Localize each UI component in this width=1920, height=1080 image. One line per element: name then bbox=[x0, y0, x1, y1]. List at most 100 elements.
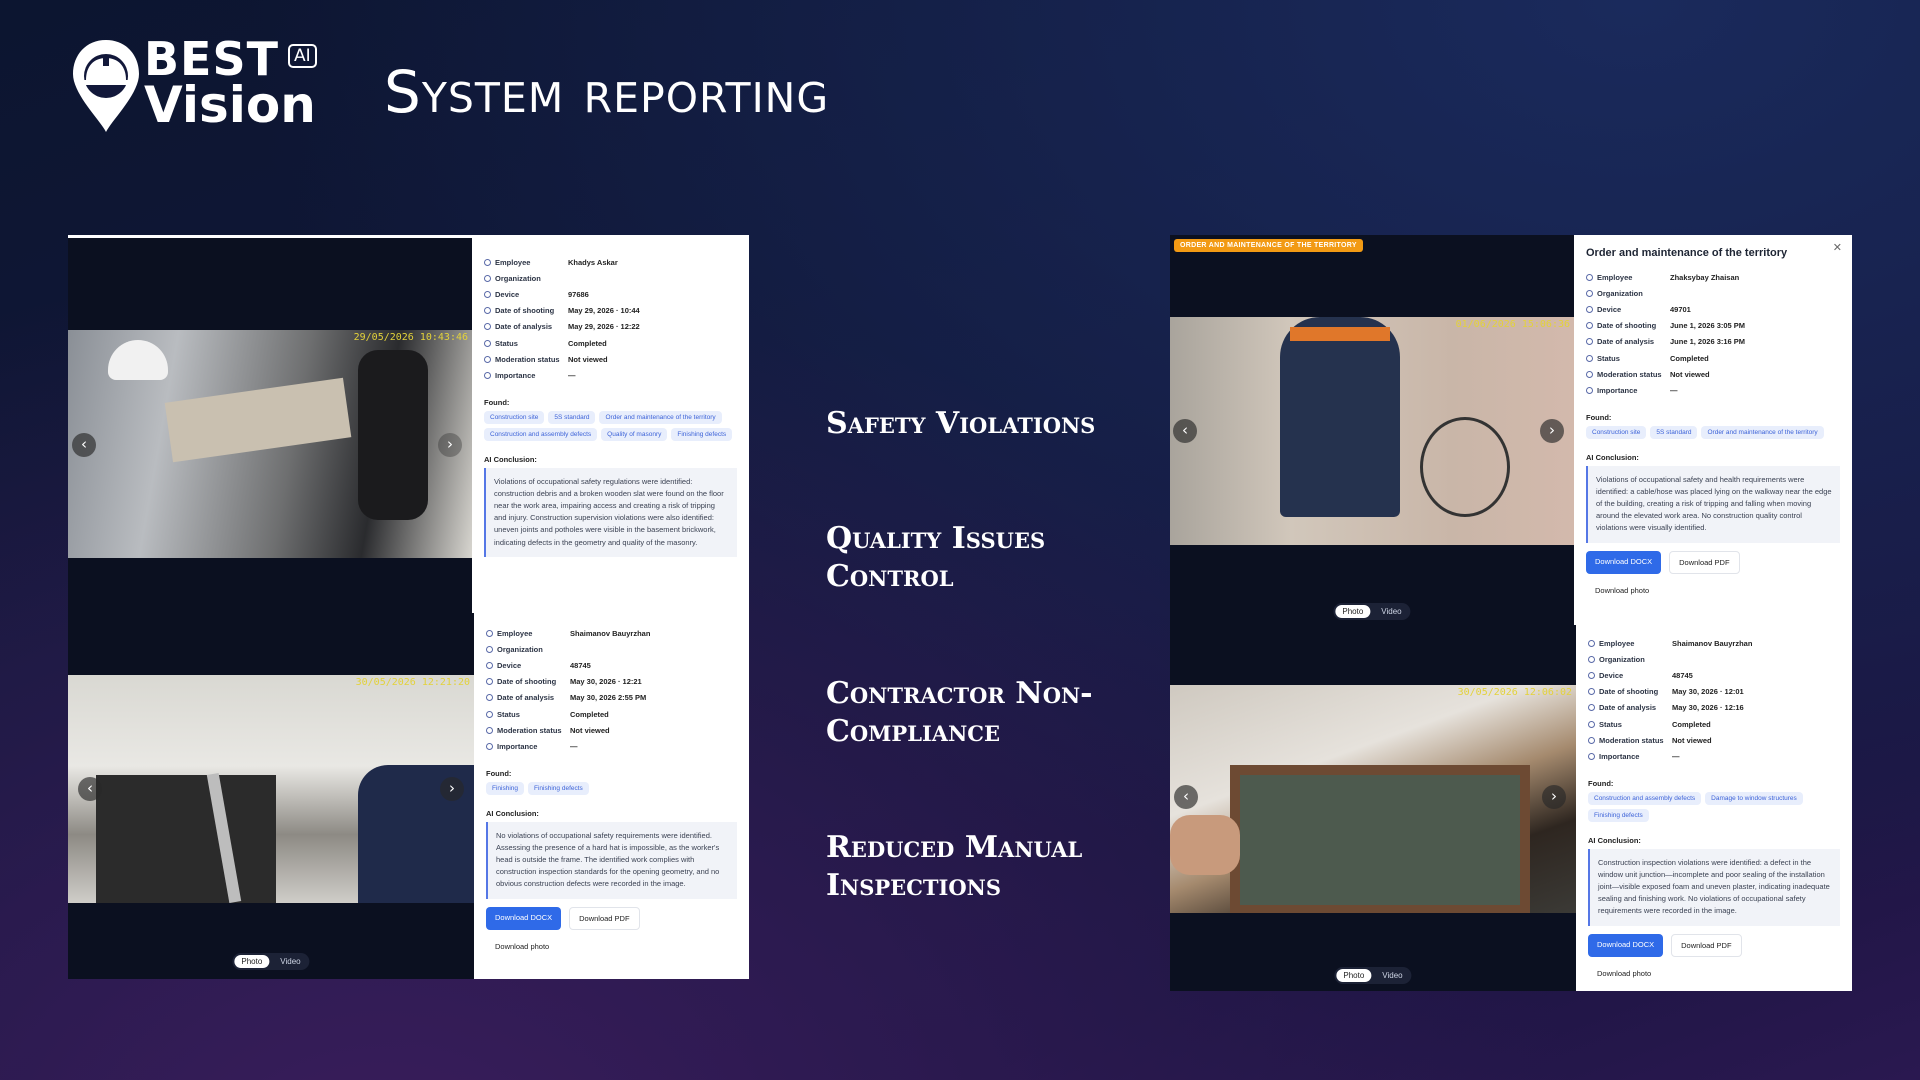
device-icon bbox=[486, 661, 493, 669]
feature-item: Contractor Non-Compliance bbox=[826, 676, 1093, 749]
close-icon[interactable]: ✕ bbox=[1833, 241, 1842, 254]
warning-icon bbox=[1586, 386, 1593, 394]
value-date-shooting: May 30, 2026 · 12:01 bbox=[1672, 687, 1744, 697]
value-importance: — bbox=[1672, 751, 1680, 761]
next-photo-button[interactable]: › bbox=[1540, 419, 1564, 443]
calendar-icon bbox=[1586, 322, 1593, 330]
device-icon bbox=[484, 290, 491, 298]
prev-photo-button[interactable]: ‹ bbox=[78, 777, 102, 801]
building-icon bbox=[484, 274, 491, 282]
brand-ai-badge: AI bbox=[288, 44, 317, 68]
report-details: ✕ Order and maintenance of the territory… bbox=[1574, 235, 1852, 625]
found-tag[interactable]: Construction and assembly defects bbox=[1588, 791, 1702, 805]
video-tab[interactable]: Video bbox=[1374, 605, 1408, 618]
label-date-shooting: Date of shooting bbox=[495, 306, 555, 316]
status-icon bbox=[484, 339, 491, 347]
download-pdf-button[interactable]: Download PDF bbox=[1669, 550, 1740, 574]
download-docx-button[interactable]: Download DOCX bbox=[1588, 933, 1664, 957]
found-tag[interactable]: Order and maintenance of the territory bbox=[1701, 425, 1824, 439]
report-media: 29/05/2026 10:43:46 ‹ › bbox=[68, 238, 472, 613]
label-device: Device bbox=[495, 289, 520, 299]
report-photo[interactable]: 29/05/2026 10:43:46 bbox=[68, 330, 472, 558]
found-tag[interactable]: Quality of masonry bbox=[601, 427, 668, 441]
media-toggle: Photo Video bbox=[1333, 603, 1411, 620]
found-tag[interactable]: Construction site bbox=[1586, 425, 1647, 439]
prev-photo-button[interactable]: ‹ bbox=[72, 433, 96, 457]
found-tag[interactable]: Construction and assembly defects bbox=[484, 427, 598, 441]
analysis-icon bbox=[1588, 704, 1595, 712]
report-details: Employee Khadys Askar Organization Device… bbox=[472, 238, 749, 613]
found-tag[interactable]: Finishing defects bbox=[528, 781, 589, 795]
next-photo-button[interactable]: › bbox=[1542, 785, 1566, 809]
report-media: 30/05/2026 12:21:20 ‹ › Photo Video bbox=[68, 613, 474, 979]
analysis-icon bbox=[484, 323, 491, 331]
photo-tab[interactable]: Photo bbox=[1336, 969, 1372, 982]
prev-photo-button[interactable]: ‹ bbox=[1173, 419, 1197, 443]
device-icon bbox=[1586, 305, 1593, 313]
analysis-icon bbox=[486, 694, 493, 702]
report-photo[interactable]: 30/05/2026 12:21:20 bbox=[68, 675, 474, 903]
value-status: Completed bbox=[568, 338, 607, 348]
value-status: Completed bbox=[1672, 719, 1711, 729]
label-device: Device bbox=[497, 660, 522, 670]
value-moderation: Not viewed bbox=[568, 354, 608, 364]
download-photo-button[interactable]: Download photo bbox=[486, 935, 559, 957]
label-organization: Organization bbox=[1597, 288, 1643, 298]
calendar-icon bbox=[486, 678, 493, 686]
calendar-icon bbox=[1588, 688, 1595, 696]
building-icon bbox=[1586, 289, 1593, 297]
report-photo[interactable]: 30/05/2026 12:06:02 bbox=[1170, 685, 1576, 913]
value-status: Completed bbox=[570, 709, 609, 719]
found-tag[interactable]: Finishing defects bbox=[1588, 808, 1649, 822]
report-photo[interactable]: 01/06/2026 15:06:36 bbox=[1170, 317, 1574, 545]
found-tag[interactable]: Construction site bbox=[484, 410, 545, 424]
found-tag[interactable]: Damage to window structures bbox=[1705, 791, 1803, 805]
user-icon bbox=[484, 258, 491, 266]
label-importance: Importance bbox=[1599, 751, 1640, 761]
video-tab[interactable]: Video bbox=[273, 955, 307, 968]
label-importance: Importance bbox=[1597, 385, 1638, 395]
download-docx-button[interactable]: Download DOCX bbox=[1586, 550, 1662, 574]
report-card: 30/05/2026 12:21:20 ‹ › Photo Video Empl… bbox=[68, 613, 749, 979]
report-media: ORDER AND MAINTENANCE OF THE TERRITORY 0… bbox=[1170, 235, 1574, 625]
download-pdf-button[interactable]: Download PDF bbox=[569, 906, 640, 930]
value-device: 49701 bbox=[1670, 304, 1691, 314]
photo-tab[interactable]: Photo bbox=[234, 955, 270, 968]
found-tag[interactable]: 5S standard bbox=[1650, 425, 1698, 439]
building-icon bbox=[1588, 655, 1595, 663]
found-tag[interactable]: 5S standard bbox=[548, 410, 596, 424]
download-photo-button[interactable]: Download photo bbox=[1588, 962, 1661, 984]
found-tag[interactable]: Finishing defects bbox=[671, 427, 733, 441]
value-date-analysis: June 1, 2026 3:16 PM bbox=[1670, 337, 1746, 347]
found-tags: Finishing Finishing defects bbox=[486, 781, 737, 795]
user-icon bbox=[486, 629, 493, 637]
report-card: ORDER AND MAINTENANCE OF THE TERRITORY 0… bbox=[1170, 235, 1852, 625]
download-pdf-button[interactable]: Download PDF bbox=[1671, 933, 1742, 957]
conclusion-heading: AI Conclusion: bbox=[1586, 452, 1639, 462]
label-date-analysis: Date of analysis bbox=[497, 693, 555, 703]
brand-logo: BEST Vision AI bbox=[70, 36, 320, 136]
category-banner: ORDER AND MAINTENANCE OF THE TERRITORY bbox=[1174, 239, 1363, 252]
next-photo-button[interactable]: › bbox=[440, 777, 464, 801]
video-tab[interactable]: Video bbox=[1375, 969, 1409, 982]
label-date-analysis: Date of analysis bbox=[1597, 337, 1655, 347]
ai-conclusion: Violations of occupational safety regula… bbox=[484, 467, 737, 557]
found-tag[interactable]: Finishing bbox=[486, 781, 525, 795]
conclusion-heading: AI Conclusion: bbox=[484, 454, 537, 464]
next-photo-button[interactable]: › bbox=[438, 433, 462, 457]
ai-conclusion: Construction inspection violations were … bbox=[1588, 848, 1840, 926]
prev-photo-button[interactable]: ‹ bbox=[1174, 785, 1198, 809]
warning-icon bbox=[484, 371, 491, 379]
label-date-analysis: Date of analysis bbox=[495, 322, 553, 332]
download-photo-button[interactable]: Download photo bbox=[1586, 579, 1659, 601]
label-organization: Organization bbox=[1599, 654, 1645, 664]
feature-item: Quality Issues Control bbox=[826, 521, 1046, 594]
label-organization: Organization bbox=[495, 273, 541, 283]
found-tag[interactable]: Order and maintenance of the territory bbox=[599, 410, 722, 424]
ai-conclusion: Violations of occupational safety and he… bbox=[1586, 465, 1840, 543]
value-date-shooting: May 30, 2026 · 12:21 bbox=[570, 677, 642, 687]
download-docx-button[interactable]: Download DOCX bbox=[486, 906, 562, 930]
photo-tab[interactable]: Photo bbox=[1335, 605, 1371, 618]
label-date-shooting: Date of shooting bbox=[1599, 687, 1659, 697]
moderation-icon bbox=[1588, 736, 1595, 744]
